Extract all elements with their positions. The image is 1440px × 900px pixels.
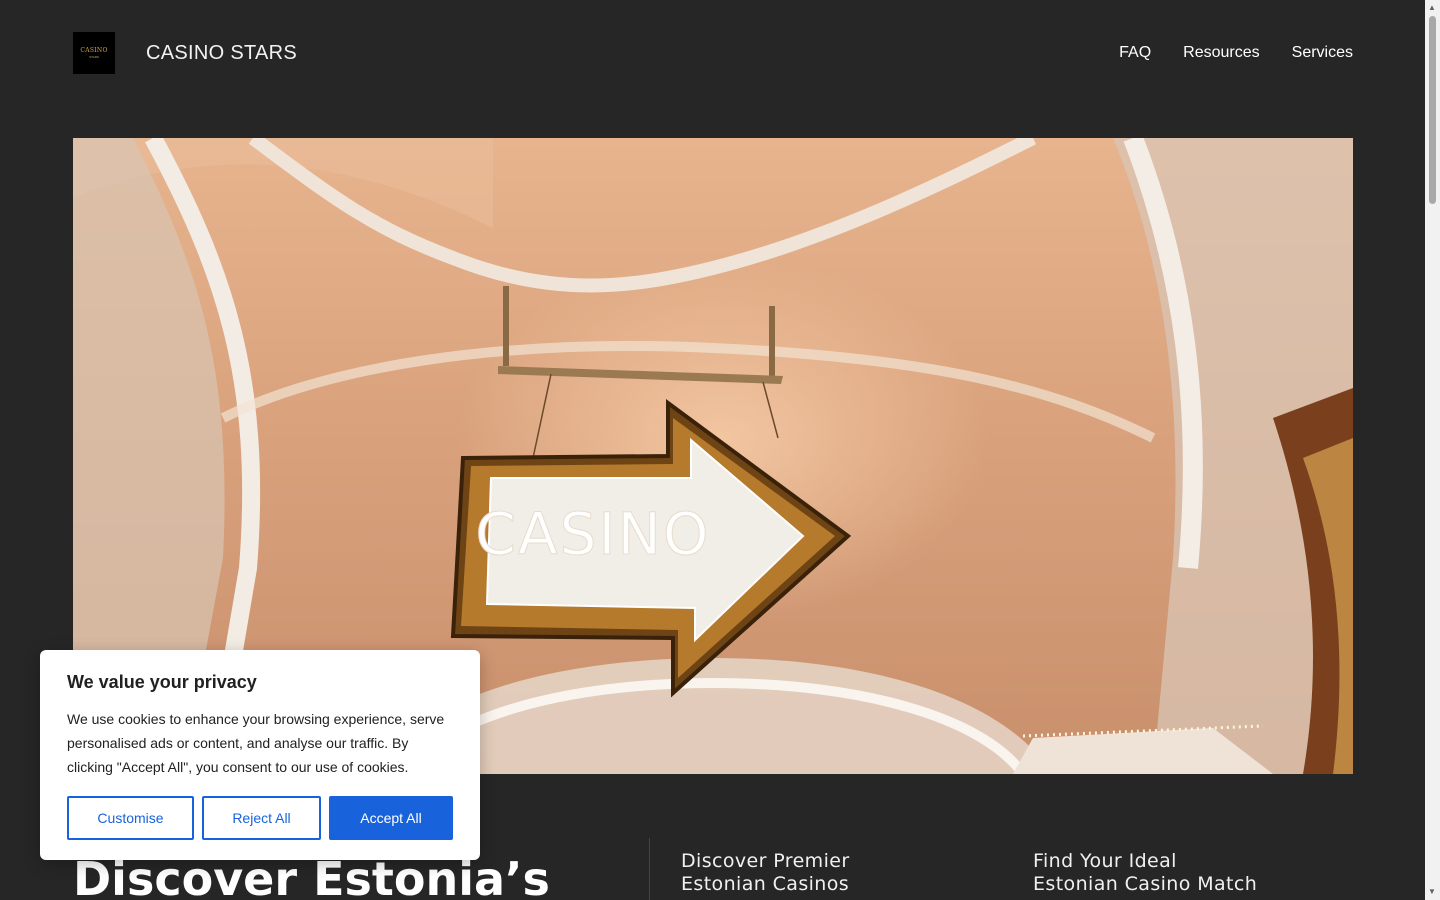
page-scrollbar[interactable]: ▲ ▼ [1425,0,1440,900]
column-heading-line: Discover Premier [681,850,850,872]
cookie-actions: Customise Reject All Accept All [67,796,453,840]
cookie-description: We use cookies to enhance your browsing … [67,711,445,775]
cookie-consent-banner: We value your privacy We use cookies to … [40,650,480,860]
site-title[interactable]: CASINO STARS [146,42,297,65]
casino-sign-text: CASINO [475,500,710,568]
main-nav: FAQ Resources Services [1119,44,1353,62]
column-heading-premier-casinos: Discover Premier Estonian Casinos [681,850,850,896]
site-logo[interactable]: CASINO STARS [73,32,115,74]
column-heading-line: Estonian Casino Match [1033,873,1258,895]
brand[interactable]: CASINO STARS CASINO STARS [73,32,297,74]
scroll-down-arrow-icon[interactable]: ▼ [1428,887,1436,897]
nav-faq[interactable]: FAQ [1119,44,1151,62]
column-heading-line: Estonian Casinos [681,873,850,895]
reject-all-button[interactable]: Reject All [202,796,321,840]
cookie-title: We value your privacy [67,672,257,692]
logo-text: CASINO [80,47,108,54]
column-divider [649,838,650,900]
site-header: CASINO STARS CASINO STARS FAQ Resources … [73,32,1353,74]
column-heading-line: Find Your Ideal [1033,850,1177,872]
scrollbar-thumb[interactable] [1429,16,1436,204]
nav-services[interactable]: Services [1292,44,1353,62]
accept-all-button[interactable]: Accept All [329,796,453,840]
nav-resources[interactable]: Resources [1183,44,1259,62]
scroll-up-arrow-icon[interactable]: ▲ [1428,3,1436,13]
column-heading-casino-match: Find Your Ideal Estonian Casino Match [1033,850,1257,896]
logo-subtext: STARS [89,55,99,59]
customise-button[interactable]: Customise [67,796,194,840]
